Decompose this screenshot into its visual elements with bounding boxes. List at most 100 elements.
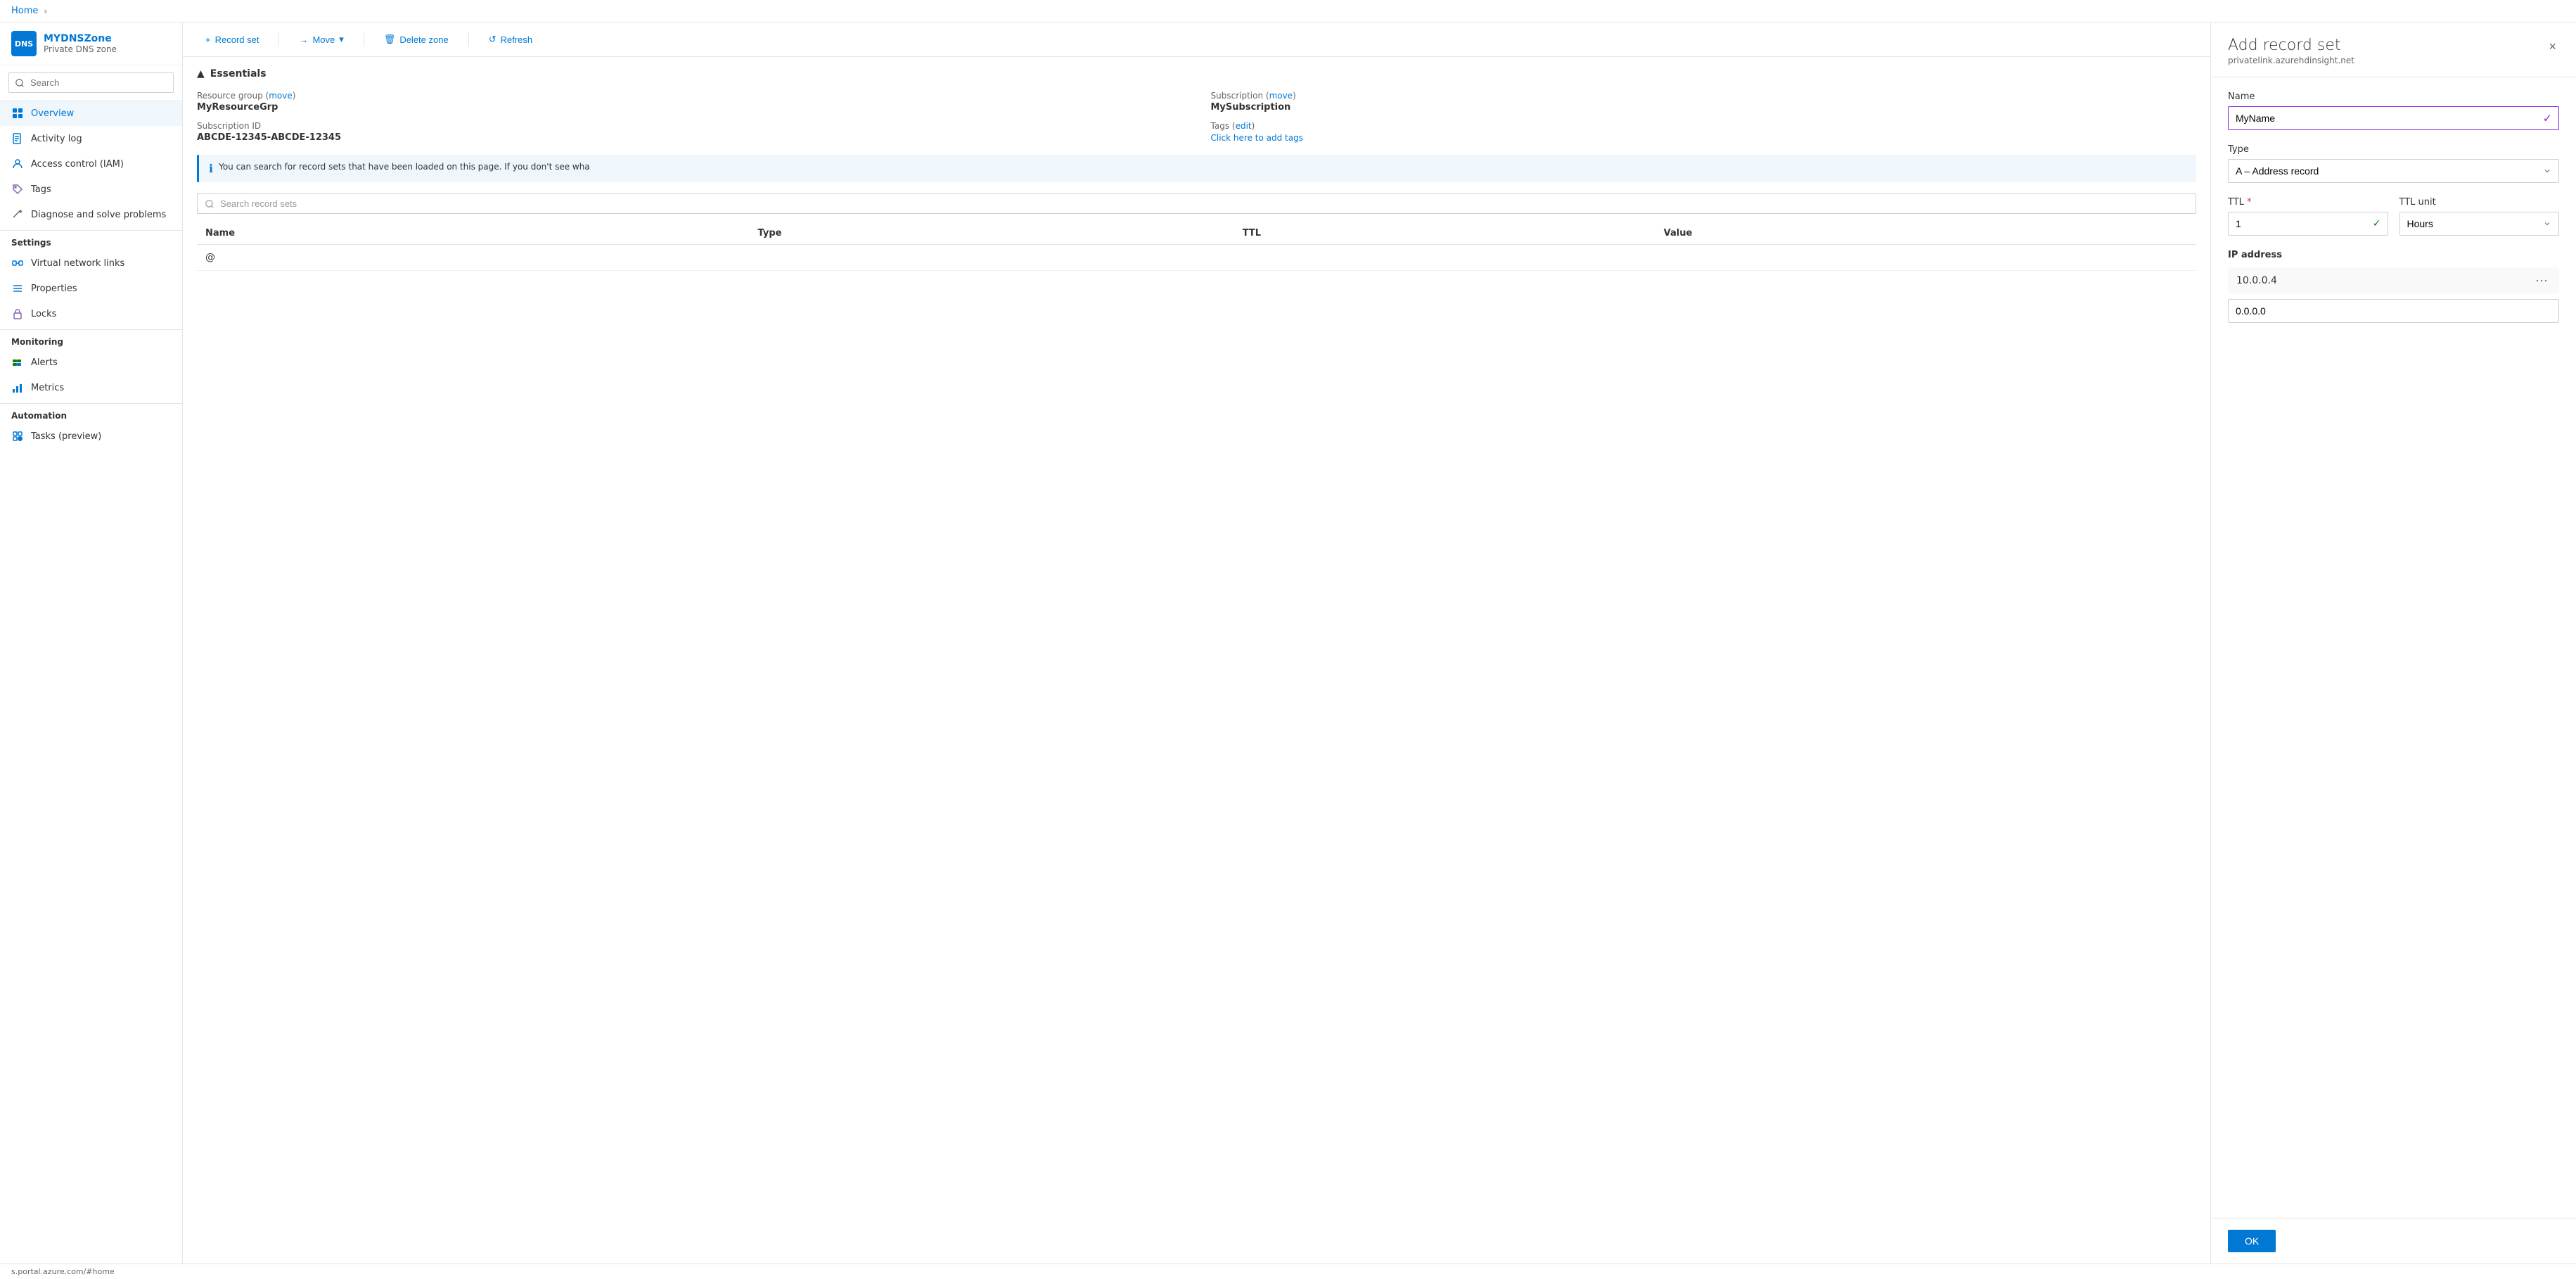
sidebar-item-label-tags: Tags [31,184,51,195]
table-header: Name Type TTL Value [197,222,2196,245]
sidebar-item-label-locks: Locks [31,309,56,319]
trash-icon: 🗑 [384,34,396,45]
panel-title: Add record set [2228,37,2354,54]
ip-existing-value: 10.0.0.4 [2236,275,2532,286]
breadcrumb-chevron: › [44,6,47,16]
resource-group-label: Resource group (move) [197,91,1183,101]
wrench-icon [11,208,24,221]
search-icon [205,199,214,209]
tasks-icon: + [11,430,24,443]
name-label: Name [2228,91,2559,102]
svg-text:+: + [19,438,22,442]
type-form-group: Type A – Address record AAAA – IPv6 addr… [2228,144,2559,183]
sidebar-item-locks[interactable]: Locks [0,301,182,326]
subscription-id-label: Subscription ID [197,121,1183,131]
refresh-icon: ↺ [489,34,496,45]
resource-group-move-link[interactable]: move [269,91,293,101]
ttl-label: TTL * [2228,197,2388,208]
ttl-input[interactable] [2228,212,2388,236]
row-value [1655,245,2196,271]
record-set-label: Record set [215,34,259,45]
panel-body: Name ✓ Type A – Address record AAAA – IP… [2211,77,2576,1218]
ok-button[interactable]: OK [2228,1230,2276,1252]
sidebar-item-label-properties: Properties [31,284,77,294]
breadcrumb-bar: Home › [0,0,2576,23]
sidebar: DNS MYDNSZone Private DNS zone Overview [0,23,183,1264]
subscription-move-link[interactable]: move [1269,91,1293,101]
ttl-unit-select[interactable]: Seconds Minutes Hours Days [2399,212,2560,236]
sidebar-item-label-activity: Activity log [31,134,82,144]
home-link[interactable]: Home [11,6,38,16]
col-header-name: Name [197,222,750,245]
sidebar-item-access-control[interactable]: Access control (IAM) [0,151,182,177]
essentials-section: ▲ Essentials Resource group (move) MyRes… [183,57,2210,155]
ttl-required-marker: * [2247,197,2252,208]
refresh-button[interactable]: ↺ Refresh [480,30,541,49]
panel-footer: OK [2211,1218,2576,1264]
name-input-wrapper: ✓ [2228,106,2559,130]
sidebar-item-virtual-network-links[interactable]: Virtual network links [0,250,182,276]
toolbar-divider-1 [278,32,279,46]
sidebar-item-overview[interactable]: Overview [0,101,182,126]
link-icon [11,257,24,269]
record-sets-search-input[interactable] [220,198,2189,209]
settings-section-label: Settings [0,230,182,250]
toolbar-divider-3 [468,32,469,46]
lock-icon [11,307,24,320]
panel-subtitle: privatelink.azurehdinsight.net [2228,56,2354,65]
ip-section-label: IP address [2228,250,2559,260]
sidebar-item-diagnose[interactable]: Diagnose and solve problems [0,202,182,227]
refresh-label: Refresh [501,34,533,45]
tags-add-link[interactable]: Click here to add tags [1211,133,1303,143]
sidebar-item-label-tasks: Tasks (preview) [31,431,101,442]
resource-name: MYDNSZone [44,33,117,44]
doc-icon [11,132,24,145]
app-body: DNS MYDNSZone Private DNS zone Overview [0,23,2576,1264]
add-record-set-panel: Add record set privatelink.azurehdinsigh… [2210,23,2576,1264]
sidebar-nav: Overview Activity log Access control (IA… [0,101,182,1264]
panel-header-text: Add record set privatelink.azurehdinsigh… [2228,37,2354,65]
sidebar-item-tags[interactable]: Tags [0,177,182,202]
sidebar-item-properties[interactable]: Properties [0,276,182,301]
ttl-unit-form-group: TTL unit Seconds Minutes Hours Days [2399,197,2560,236]
ttl-check-icon: ✓ [2373,218,2381,229]
ip-new-input[interactable] [2228,299,2559,323]
ttl-unit-label: TTL unit [2399,197,2560,208]
chevron-up-icon: ▲ [197,68,205,79]
subscription-value: MySubscription [1211,102,2197,113]
sidebar-item-activity-log[interactable]: Activity log [0,126,182,151]
dns-avatar: DNS [11,31,37,56]
name-input[interactable] [2228,106,2559,130]
move-button[interactable]: → Move ▾ [290,30,352,49]
sidebar-item-alerts[interactable]: Alerts [0,350,182,375]
panel-header: Add record set privatelink.azurehdinsigh… [2211,23,2576,77]
list-icon [11,282,24,295]
table-body: @ [197,245,2196,271]
col-header-type: Type [750,222,1234,245]
resource-group-item: Resource group (move) MyResourceGrp [197,91,1183,113]
main-content: + Record set → Move ▾ 🗑 Delete zone ↺ Re… [183,23,2210,1264]
content-area: ▲ Essentials Resource group (move) MyRes… [183,57,2210,1264]
ip-menu-button[interactable]: ··· [2532,273,2551,288]
record-sets-table-container: Name Type TTL Value @ [197,222,2196,271]
tag-icon [11,183,24,196]
sidebar-item-metrics[interactable]: Metrics [0,375,182,400]
record-sets-search-bar[interactable] [197,193,2196,214]
sidebar-item-tasks[interactable]: + Tasks (preview) [0,424,182,449]
automation-section-label: Automation [0,403,182,424]
person-icon [11,158,24,170]
sidebar-header: DNS MYDNSZone Private DNS zone [0,23,182,65]
essentials-header[interactable]: ▲ Essentials [197,68,2196,79]
sidebar-search-input[interactable] [8,72,174,93]
panel-close-button[interactable]: × [2546,37,2559,57]
info-banner: ℹ You can search for record sets that ha… [197,155,2196,182]
record-set-button[interactable]: + Record set [197,30,267,49]
col-header-ttl: TTL [1234,222,1655,245]
status-bar: s.portal.azure.com/#home [0,1264,2576,1279]
type-select[interactable]: A – Address record AAAA – IPv6 address r… [2228,159,2559,183]
resource-group-value: MyResourceGrp [197,102,1183,113]
sidebar-item-label-diagnose: Diagnose and solve problems [31,210,166,220]
tags-edit-link[interactable]: edit [1236,121,1252,131]
table-row[interactable]: @ [197,245,2196,271]
delete-zone-button[interactable]: 🗑 Delete zone [376,30,457,49]
